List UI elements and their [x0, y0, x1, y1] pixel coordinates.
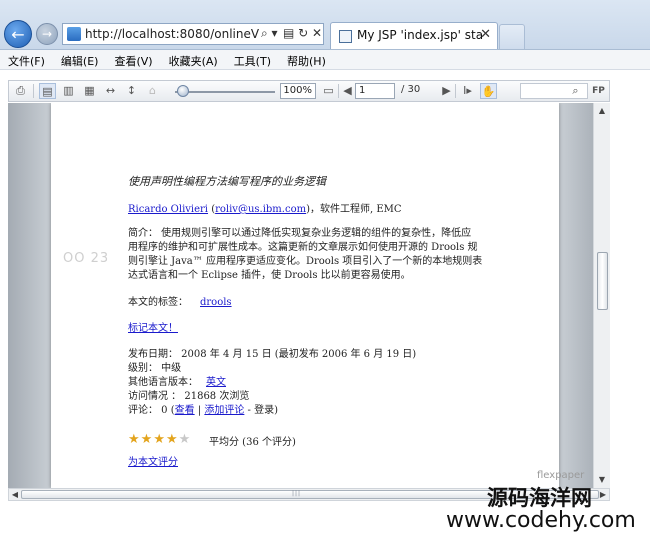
summary-line-3: 则引擎让 Java™ 应用程序更适应变化。Drools 项目引入了一个新的本地规…	[128, 256, 483, 267]
forward-button[interactable]: →	[36, 23, 58, 45]
fullscreen-icon[interactable]: ▭	[320, 83, 337, 99]
text-select-icon[interactable]: I▸	[459, 83, 476, 99]
single-page-icon[interactable]: ▤	[39, 83, 56, 99]
bookmark-link[interactable]: 标记本文！	[128, 319, 178, 334]
zoom-slider-track[interactable]	[175, 91, 275, 93]
print-icon[interactable]: ⎙	[12, 83, 29, 99]
author-affiliation: )，软件工程师, EMC	[306, 204, 402, 215]
two-page-icon[interactable]: ▥	[60, 83, 77, 99]
author-email-link[interactable]: roliv@us.ibm.com	[215, 204, 306, 215]
hand-tool-icon[interactable]: ✋	[480, 83, 497, 99]
author-link[interactable]: Ricardo Olivieri	[128, 204, 208, 215]
menu-file[interactable]: 文件(F)	[0, 50, 53, 70]
arrow-right-icon: →	[41, 27, 53, 41]
search-dropdown-icon[interactable]: ⌕ ▾	[261, 26, 278, 41]
document-icon	[339, 30, 352, 43]
tags-line: 本文的标签： drools	[128, 293, 232, 308]
fit-height-icon[interactable]: ↕	[123, 83, 140, 99]
menu-bar: 文件(F) 编辑(E) 查看(V) 收藏夹(A) 工具(T) 帮助(H)	[0, 50, 650, 70]
page-number-input[interactable]: 1	[355, 83, 395, 99]
article-title: 使用声明性编程方法编写程序的业务逻辑	[128, 175, 326, 188]
rate-article-link[interactable]: 为本文评分	[128, 453, 178, 468]
add-comment-link[interactable]: 添加评论	[204, 405, 244, 416]
star-icon: ★	[153, 432, 165, 447]
summary-line-4: 达式语言和一个 Eclipse 插件，使 Drools 比以前更容易使用。	[128, 270, 411, 281]
browser-tab[interactable]: My JSP 'index.jsp' startin... ✕	[330, 22, 498, 49]
address-url[interactable]: http://localhost:8080/onlineView	[85, 27, 259, 41]
prev-page-icon[interactable]: ◀	[339, 83, 356, 99]
toolbar-separator	[455, 84, 456, 98]
back-button[interactable]: ←	[4, 20, 32, 48]
star-icon: ★	[128, 432, 140, 447]
comments-line: 评论： 0 (查看 | 添加评论 - 登录)	[128, 401, 278, 416]
menu-favorites[interactable]: 收藏夹(A)	[161, 50, 226, 70]
scroll-right-icon[interactable]: ▶	[598, 490, 608, 500]
star-icon: ★	[178, 432, 191, 447]
summary-line-1: 简介： 使用规则引擎可以通过降低实现复杂业务逻辑的组件的复杂性，降低应	[128, 228, 472, 239]
page-icon	[67, 27, 81, 41]
browser-window: ← → http://localhost:8080/onlineView ⌕ ▾…	[0, 0, 650, 538]
tab-title: My JSP 'index.jsp' startin...	[357, 28, 483, 42]
visit-count: 访问情况 ： 21868 次浏览	[128, 391, 250, 402]
rating-stars: ★ ★ ★ ★ ★	[128, 433, 190, 446]
fit-width-icon[interactable]: ↔	[102, 83, 119, 99]
menu-tools[interactable]: 工具(T)	[226, 50, 279, 70]
page-total: / 30	[401, 84, 421, 95]
summary-line-2: 用程序的维护和可扩展性成本。这篇更新的文章展示如何使用开源的 Drools 规	[128, 242, 478, 253]
rating-text: 平均分 (36 个评分)	[209, 437, 296, 448]
tag-link[interactable]: drools	[200, 297, 232, 308]
zoom-level[interactable]: 100%	[280, 83, 316, 99]
close-tab-icon[interactable]: ✕	[480, 27, 491, 42]
other-lang-line: 其他语言版本： 英文	[128, 373, 226, 388]
menu-help[interactable]: 帮助(H)	[279, 50, 334, 70]
view-comments-link[interactable]: 查看	[175, 405, 195, 416]
compat-refresh-stop-icons[interactable]: ▤ ↻ ✕	[283, 26, 322, 40]
login-text: - 登录)	[244, 405, 278, 416]
scroll-up-icon[interactable]: ▲	[597, 106, 607, 116]
star-icon: ★	[165, 432, 178, 447]
scroll-grip-icon: |||	[292, 490, 302, 497]
publish-date: 发布日期： 2008 年 4 月 15 日 (最初发布 2006 年 6 月 1…	[128, 349, 417, 360]
menu-edit[interactable]: 编辑(E)	[53, 50, 107, 70]
zoom-slider-knob[interactable]	[177, 85, 189, 97]
author-line: Ricardo Olivieri (roliv@us.ibm.com)，软件工程…	[128, 200, 402, 215]
search-icon[interactable]: ⌕	[567, 83, 584, 99]
browser-titlebar: ← → http://localhost:8080/onlineView ⌕ ▾…	[0, 0, 650, 50]
star-icon: ★	[140, 432, 153, 447]
next-page-icon[interactable]: ▶	[438, 83, 455, 99]
flexpaper-logo: flexpaper	[537, 470, 585, 481]
faint-watermark: OO 23	[63, 251, 110, 266]
comment-sep: |	[194, 405, 205, 416]
scroll-down-icon[interactable]: ▼	[597, 475, 607, 485]
tags-label: 本文的标签：	[128, 297, 188, 308]
article-level: 级别： 中级	[128, 363, 182, 374]
scroll-left-icon[interactable]: ◀	[10, 490, 20, 500]
arrow-left-icon: ←	[11, 24, 25, 44]
document-page: 使用声明性编程方法编写程序的业务逻辑 Ricardo Olivieri (rol…	[51, 103, 584, 488]
rotate-icon[interactable]: ⌂	[144, 83, 161, 99]
address-bar[interactable]: http://localhost:8080/onlineView ⌕ ▾ ▤ ↻…	[62, 23, 324, 45]
document-viewport[interactable]: 使用声明性编程方法编写程序的业务逻辑 Ricardo Olivieri (rol…	[8, 103, 602, 488]
vertical-scroll-thumb[interactable]	[597, 252, 608, 310]
thumbnail-icon[interactable]: ▦	[81, 83, 98, 99]
menu-view[interactable]: 查看(V)	[106, 50, 160, 70]
fullpage-button[interactable]: FP	[590, 83, 607, 99]
new-tab-button[interactable]	[499, 24, 525, 49]
toolbar-separator	[33, 84, 34, 98]
comment-count: 评论： 0 (	[128, 405, 175, 416]
viewer-toolbar: ⎙ ▤ ▥ ▦ ↔ ↕ ⌂ 100% ▭ ◀ 1 / 30 ▶ I▸ ✋ ⌕ F…	[8, 80, 610, 102]
watermark-url: www.codehy.com	[446, 508, 636, 533]
vertical-scrollbar[interactable]: ▲ ▼	[593, 103, 610, 488]
